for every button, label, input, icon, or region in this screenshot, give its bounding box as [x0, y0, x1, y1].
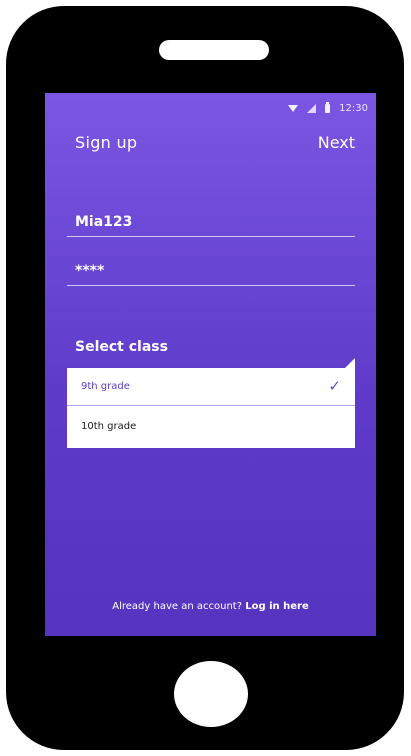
class-option-9th-grade[interactable]: 9th grade ✓: [67, 368, 355, 406]
username-value: Mia123: [75, 214, 133, 230]
status-bar: 12:30: [288, 101, 368, 115]
next-button[interactable]: Next: [318, 133, 355, 152]
password-field[interactable]: ****: [67, 255, 355, 286]
username-field[interactable]: Mia123: [67, 206, 355, 237]
login-prompt: Already have an account? Log in here: [45, 601, 376, 612]
check-icon: ✓: [328, 377, 341, 395]
password-value: ****: [75, 263, 105, 279]
option-label: 9th grade: [81, 381, 130, 392]
login-link[interactable]: Log in here: [245, 601, 309, 612]
select-class-label: Select class: [75, 339, 168, 355]
dropdown-pointer: [345, 358, 355, 368]
phone-frame: 12:30 Sign up Next Mia123 **** Select cl…: [6, 6, 404, 750]
class-dropdown: 9th grade ✓ 10th grade: [67, 358, 355, 448]
signal-icon: [307, 103, 317, 113]
class-option-10th-grade[interactable]: 10th grade: [67, 407, 355, 445]
page-title: Sign up: [75, 133, 138, 152]
login-prompt-text: Already have an account?: [112, 601, 243, 612]
option-label: 10th grade: [81, 420, 137, 432]
app-screen: 12:30 Sign up Next Mia123 **** Select cl…: [45, 93, 376, 636]
phone-speaker: [159, 40, 269, 60]
status-time: 12:30: [339, 102, 368, 114]
home-button[interactable]: [174, 661, 248, 727]
battery-icon: [325, 101, 331, 113]
wifi-icon: [288, 104, 299, 112]
